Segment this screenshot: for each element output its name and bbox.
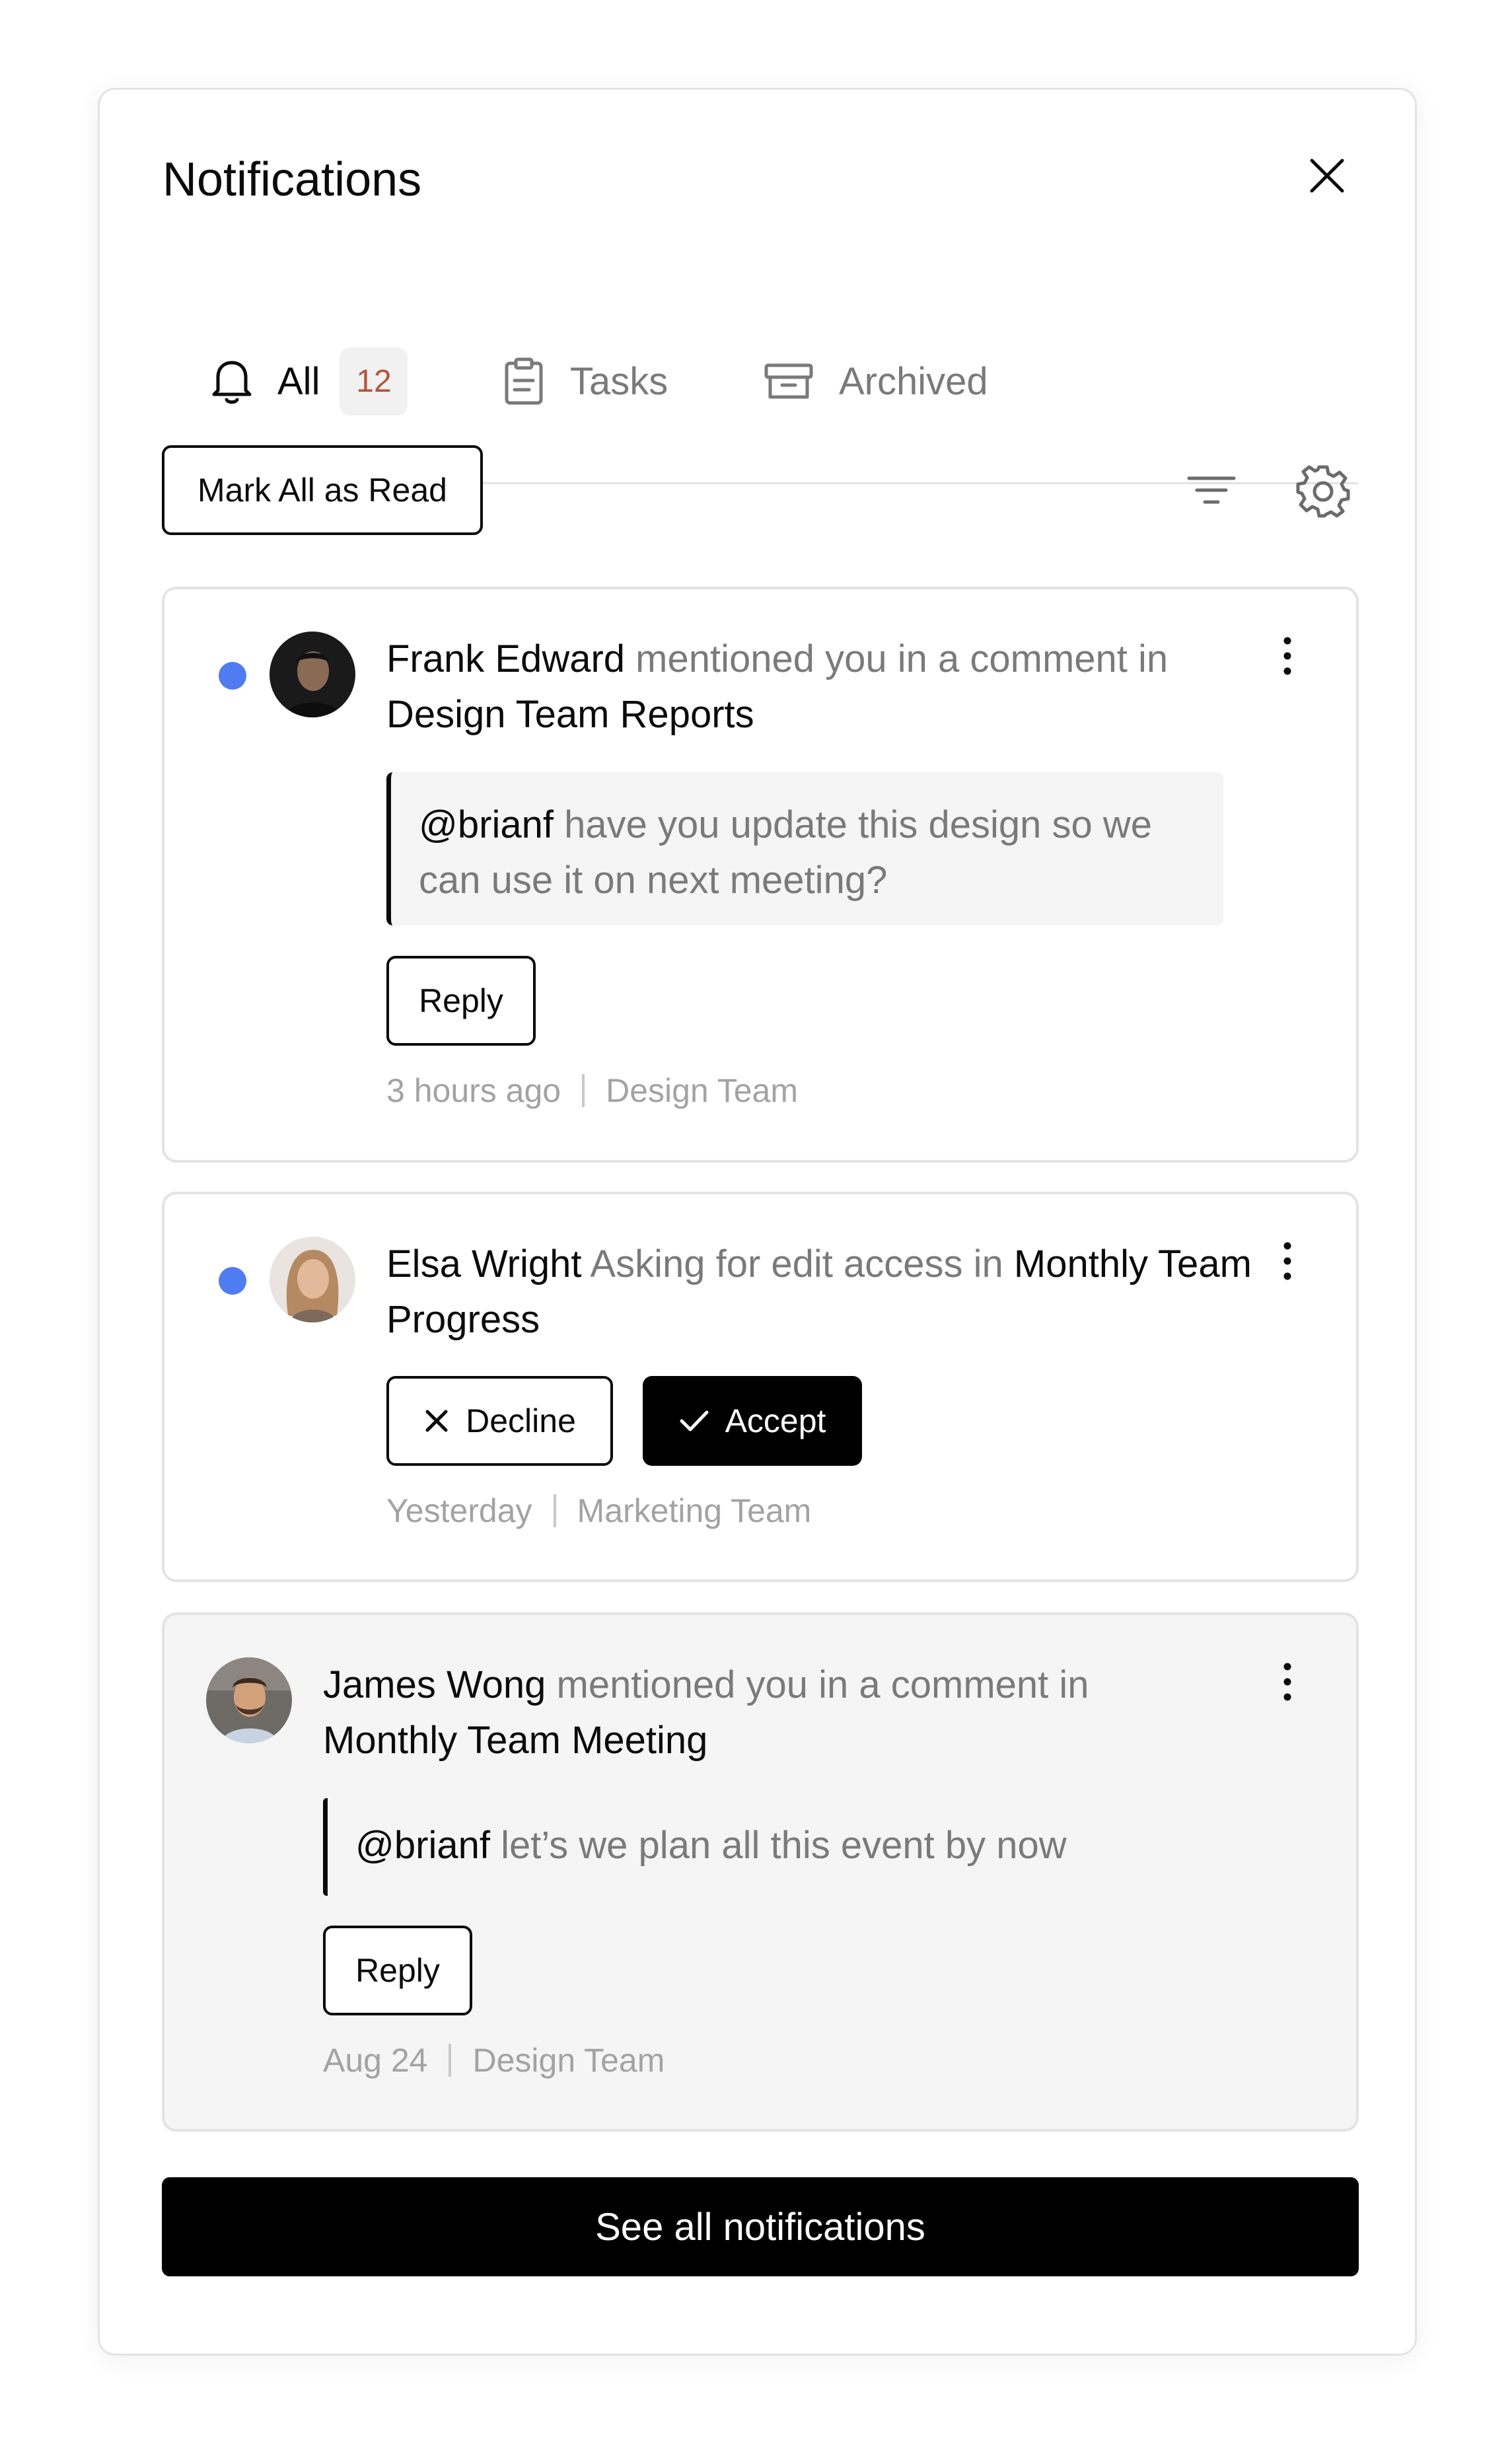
avatar[interactable] (270, 1237, 355, 1322)
actor-name[interactable]: James Wong (323, 1663, 546, 1706)
notification-meta: Yesterday Marketing Team (386, 1492, 811, 1530)
notification-card[interactable]: Elsa Wright Asking for edit access in Mo… (162, 1192, 1359, 1582)
meta-divider (582, 1074, 585, 1107)
gear-icon (1296, 465, 1350, 518)
notification-headline: Elsa Wright Asking for edit access in Mo… (386, 1237, 1265, 1348)
meta-divider (449, 2044, 452, 2077)
mention: @brianf (355, 1824, 490, 1867)
clipboard-icon (505, 357, 543, 405)
unread-dot (219, 1267, 246, 1295)
timestamp: Yesterday (386, 1492, 532, 1529)
reply-button[interactable]: Reply (386, 956, 536, 1046)
decline-button[interactable]: Decline (386, 1376, 613, 1466)
more-options-button[interactable] (1281, 1241, 1294, 1286)
tab-archived-label: Archived (839, 359, 988, 403)
avatar[interactable] (270, 632, 355, 717)
notification-meta: 3 hours ago Design Team (386, 1071, 798, 1110)
tab-tasks[interactable]: Tasks (503, 278, 668, 484)
mark-all-read-button[interactable]: Mark All as Read (162, 445, 483, 535)
notification-headline: James Wong mentioned you in a comment in… (323, 1657, 1202, 1768)
action-text: Asking for edit access in (581, 1243, 1014, 1285)
action-text: mentioned you in a comment in (546, 1663, 1089, 1706)
target-link[interactable]: Monthly Team Meeting (323, 1719, 707, 1762)
notification-card[interactable]: James Wong mentioned you in a comment in… (162, 1612, 1359, 2132)
comment-quote: @brianf let’s we plan all this event by … (323, 1798, 1160, 1896)
filter-button[interactable] (1186, 468, 1237, 516)
more-vertical-icon (1283, 1663, 1291, 1701)
avatar[interactable] (206, 1657, 292, 1743)
accept-button[interactable]: Accept (643, 1376, 862, 1466)
tab-archived[interactable]: Archived (764, 278, 988, 484)
action-text: mentioned you in a comment in (625, 637, 1169, 680)
target-link[interactable]: Design Team Reports (386, 693, 754, 736)
comment-text: let’s we plan all this event by now (489, 1824, 1067, 1867)
more-options-button[interactable] (1281, 1661, 1294, 1707)
close-icon (425, 1410, 448, 1432)
mention: @brianf (419, 803, 554, 846)
archive-box-icon (764, 363, 813, 399)
filter-icon (1187, 476, 1236, 504)
team-name: Design Team (606, 1072, 798, 1109)
more-vertical-icon (1283, 637, 1291, 675)
settings-button[interactable] (1295, 463, 1351, 522)
meta-divider (553, 1494, 556, 1527)
reply-button[interactable]: Reply (323, 1926, 472, 2015)
unread-count-badge: 12 (340, 347, 408, 416)
see-all-notifications-button[interactable]: See all notifications (162, 2177, 1359, 2276)
team-name: Design Team (472, 2042, 665, 2079)
accept-label: Accept (725, 1402, 826, 1439)
timestamp: 3 hours ago (386, 1072, 561, 1109)
more-options-button[interactable] (1281, 635, 1294, 681)
more-vertical-icon (1283, 1242, 1291, 1280)
tab-tasks-label: Tasks (570, 359, 668, 403)
notification-headline: Frank Edward mentioned you in a comment … (386, 632, 1265, 742)
close-icon (1310, 159, 1344, 193)
timestamp: Aug 24 (323, 2042, 428, 2079)
bell-icon (212, 361, 252, 404)
tab-all-label: All (277, 359, 320, 403)
comment-quote: @brianf have you update this design so w… (386, 772, 1223, 925)
actor-name[interactable]: Elsa Wright (386, 1243, 581, 1285)
actor-name[interactable]: Frank Edward (386, 637, 625, 680)
decline-label: Decline (466, 1402, 576, 1439)
check-icon (680, 1410, 709, 1431)
notification-card[interactable]: Frank Edward mentioned you in a comment … (162, 587, 1359, 1163)
unread-dot (219, 662, 246, 690)
team-name: Marketing Team (577, 1492, 812, 1529)
close-button[interactable] (1304, 153, 1350, 199)
panel-title: Notifications (162, 153, 422, 206)
notifications-panel: Notifications All 12 Tasks Archived Mark… (98, 88, 1417, 2356)
notification-meta: Aug 24 Design Team (323, 2041, 665, 2079)
